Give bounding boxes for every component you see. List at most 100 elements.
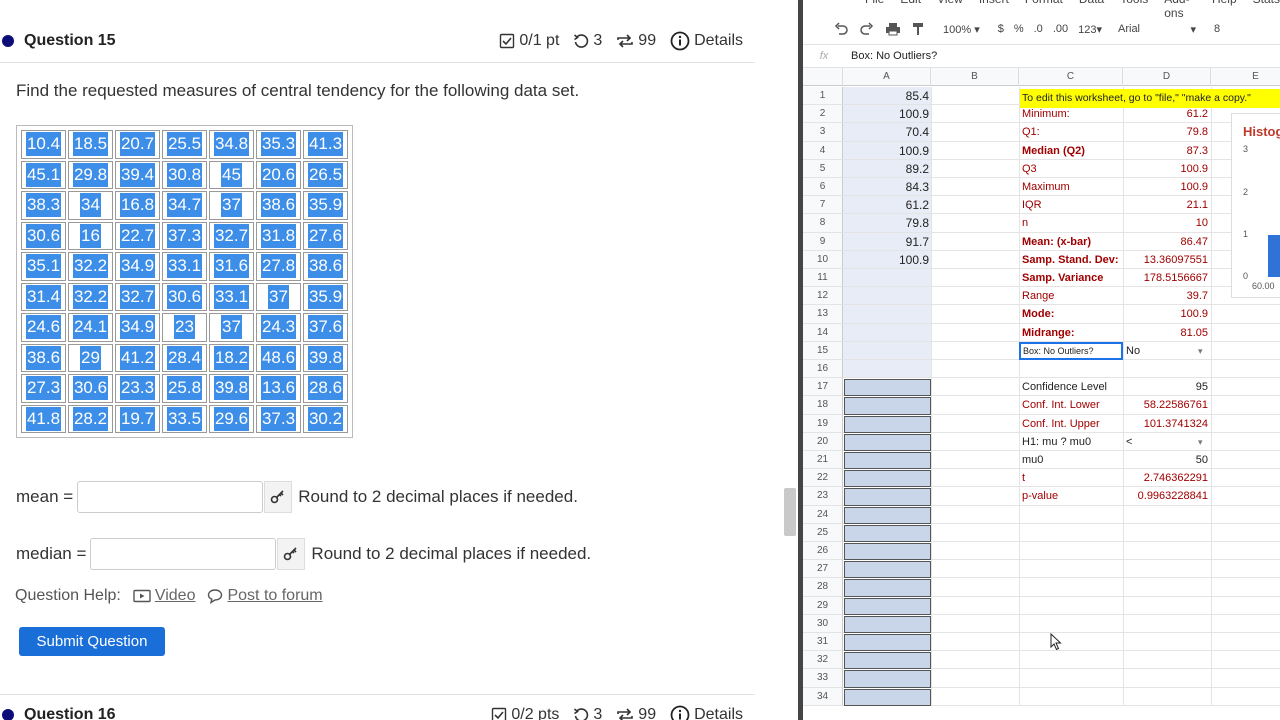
column-header-b[interactable]: B — [931, 68, 1019, 86]
row-header[interactable]: 11 — [803, 269, 843, 288]
stat-label[interactable]: Maximum — [1022, 178, 1122, 196]
stat-value[interactable]: 100.9 — [1123, 160, 1208, 178]
row-header[interactable]: 10 — [803, 250, 843, 269]
video-link[interactable]: Video — [155, 587, 196, 605]
row-header[interactable]: 13 — [803, 305, 843, 324]
menu-item[interactable]: Format — [1025, 0, 1063, 8]
stat-label[interactable]: Median (Q2) — [1022, 142, 1122, 160]
font-select[interactable]: Arial ▾ — [1118, 23, 1196, 36]
bordered-input-cell[interactable] — [844, 379, 931, 397]
row-header[interactable]: 16 — [803, 360, 843, 379]
menu-item[interactable]: Data — [1079, 0, 1104, 8]
bordered-input-cell[interactable] — [844, 579, 931, 597]
cell-a-value[interactable]: 100.9 — [843, 251, 929, 269]
bordered-input-cell[interactable] — [844, 415, 931, 433]
bordered-input-cell[interactable] — [844, 597, 931, 615]
zoom-select[interactable]: 100% ▾ — [943, 23, 980, 36]
bordered-input-cell[interactable] — [844, 652, 931, 670]
median-key-button[interactable] — [277, 538, 306, 570]
stat-label[interactable]: n — [1022, 214, 1122, 232]
t-statistic-value[interactable]: 2.746362291 — [1123, 469, 1208, 487]
cell-a-value[interactable]: 100.9 — [843, 142, 929, 160]
stat-label[interactable]: Mode: — [1022, 305, 1122, 323]
number-format-select[interactable]: 123▾ — [1078, 23, 1102, 36]
row-header[interactable]: 29 — [803, 596, 843, 615]
dropdown-arrow-icon[interactable]: ▾ — [1198, 433, 1208, 451]
mean-key-button[interactable] — [264, 481, 293, 513]
conf-int-lower-label[interactable]: Conf. Int. Lower — [1022, 396, 1122, 414]
row-header[interactable]: 24 — [803, 505, 843, 524]
histogram-chart[interactable]: Histog 3 2 1 0 60.00 — [1231, 113, 1280, 298]
menu-item[interactable]: Insert — [979, 0, 1009, 8]
stat-label[interactable]: IQR — [1022, 196, 1122, 214]
menu-item[interactable]: Add-ons — [1164, 0, 1196, 20]
bordered-input-cell[interactable] — [844, 506, 931, 524]
bordered-input-cell[interactable] — [844, 670, 931, 688]
menu-item[interactable]: Tools — [1120, 0, 1148, 8]
details-button[interactable]: Details — [670, 31, 743, 51]
menu-item[interactable]: View — [937, 0, 963, 8]
stat-label[interactable]: Mean: (x-bar) — [1022, 233, 1122, 251]
column-header-e[interactable]: E — [1211, 68, 1280, 86]
box-outlier-value[interactable]: No — [1126, 342, 1186, 360]
row-header[interactable]: 4 — [803, 141, 843, 160]
details-button[interactable]: Details — [670, 705, 743, 720]
stat-value[interactable]: 86.47 — [1123, 233, 1208, 251]
stat-value[interactable]: 100.9 — [1123, 178, 1208, 196]
menu-item[interactable]: Help — [1212, 0, 1237, 8]
row-header[interactable]: 33 — [803, 669, 843, 688]
stat-value[interactable]: 13.36097551 — [1123, 251, 1208, 269]
menu-item[interactable]: File — [865, 0, 884, 8]
increase-decimal-button[interactable]: .00 — [1053, 23, 1068, 35]
row-header[interactable]: 22 — [803, 469, 843, 488]
stat-label[interactable]: Samp. Stand. Dev: — [1022, 251, 1122, 269]
column-header-c[interactable]: C — [1019, 68, 1123, 86]
bordered-input-cell[interactable] — [844, 634, 931, 652]
p-value-value[interactable]: 0.9963228841 — [1123, 487, 1208, 505]
cell-a-value[interactable]: 84.3 — [843, 178, 929, 196]
row-header[interactable]: 5 — [803, 159, 843, 178]
row-header[interactable]: 34 — [803, 687, 843, 706]
row-header[interactable]: 28 — [803, 578, 843, 597]
p-value-label[interactable]: p-value — [1022, 487, 1122, 505]
percent-format-button[interactable]: % — [1014, 23, 1024, 35]
cell-a-value[interactable]: 85.4 — [843, 87, 929, 105]
row-header[interactable]: 17 — [803, 378, 843, 397]
mu0-label[interactable]: mu0 — [1022, 451, 1122, 469]
column-header-d[interactable]: D — [1123, 68, 1211, 86]
row-header[interactable]: 1 — [803, 87, 843, 106]
stat-value[interactable]: 10 — [1123, 214, 1208, 232]
confidence-level-value[interactable]: 95 — [1123, 378, 1208, 396]
row-header[interactable]: 27 — [803, 560, 843, 579]
currency-format-button[interactable]: $ — [998, 23, 1004, 35]
row-header[interactable]: 23 — [803, 487, 843, 506]
row-header[interactable]: 20 — [803, 432, 843, 451]
submit-question-button[interactable]: Submit Question — [19, 627, 165, 656]
conf-int-lower-value[interactable]: 58.22586761 — [1123, 396, 1208, 414]
decrease-decimal-button[interactable]: .0 — [1034, 23, 1043, 35]
t-statistic-label[interactable]: t — [1022, 469, 1122, 487]
confidence-level-label[interactable]: Confidence Level — [1022, 378, 1122, 396]
bordered-input-cell[interactable] — [844, 397, 931, 415]
row-header[interactable]: 25 — [803, 523, 843, 542]
row-header[interactable]: 30 — [803, 614, 843, 633]
stat-label[interactable]: Q3 — [1022, 160, 1122, 178]
stat-label[interactable]: Range — [1022, 287, 1122, 305]
bordered-input-cell[interactable] — [844, 452, 931, 470]
row-header[interactable]: 8 — [803, 214, 843, 233]
conf-int-upper-value[interactable]: 101.3741324 — [1123, 415, 1208, 433]
mu0-value[interactable]: 50 — [1123, 451, 1208, 469]
paint-format-icon[interactable] — [911, 22, 925, 36]
bordered-input-cell[interactable] — [844, 561, 931, 579]
column-header-a[interactable]: A — [843, 68, 931, 86]
formula-content[interactable]: Box: No Outliers? — [851, 50, 937, 62]
bordered-input-cell[interactable] — [844, 543, 931, 561]
cell-a-value[interactable]: 61.2 — [843, 196, 929, 214]
h1-hypothesis-label[interactable]: H1: mu ? mu0 — [1022, 433, 1122, 451]
row-header[interactable]: 32 — [803, 651, 843, 670]
stat-label[interactable]: Q1: — [1022, 123, 1122, 141]
row-header[interactable]: 9 — [803, 232, 843, 251]
post-to-forum-link[interactable]: Post to forum — [227, 587, 322, 605]
bordered-input-cell[interactable] — [844, 688, 931, 706]
row-header[interactable]: 15 — [803, 341, 843, 360]
